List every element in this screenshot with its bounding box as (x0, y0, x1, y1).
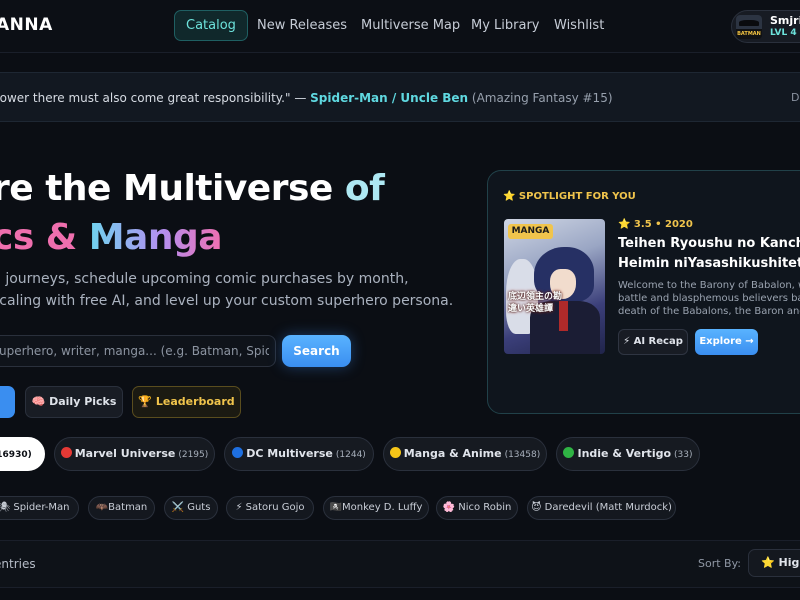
search-box (0, 335, 276, 367)
sort-select[interactable]: ⭐ Highe (748, 549, 800, 577)
chip-monkey-d-luffy[interactable]: 🏴‍☠️Monkey D. Luffy (323, 496, 429, 520)
quote-body: power there must also come great respons… (0, 91, 311, 105)
results-toolbar (0, 540, 800, 588)
nav-catalog[interactable]: Catalog (174, 10, 248, 41)
red-dot-icon (60, 447, 72, 458)
spotlight-title-line2[interactable]: Heimin niYasashikushitetara (618, 256, 800, 271)
sort-label: Sort By: (698, 557, 742, 570)
avatar-tag: BATMAN (736, 29, 762, 39)
green-dot-icon (563, 447, 575, 458)
category-indie-label: Indie & Vertigo (577, 447, 672, 460)
quote-date: D (791, 91, 800, 104)
category-indie[interactable]: Indie & Vertigo (33) (556, 437, 700, 471)
spotlight-rating: ⭐ 3.5 • 2020 (618, 219, 693, 230)
hero-title-manga: Manga (88, 217, 223, 258)
hero-title-line1: re the Multiverse of (0, 168, 385, 209)
hero-title-comics: cs & (0, 217, 89, 258)
search-input[interactable] (0, 336, 269, 366)
spotlight-title-line1[interactable]: Teihen Ryoushu no Kanchiga (618, 236, 800, 251)
category-dc[interactable]: DC Multiverse (1244) (224, 437, 374, 471)
cover-title-art: 底辺領主の勘違い英雄譚 (508, 292, 563, 314)
search-button[interactable]: Search (282, 335, 351, 367)
manga-cover-image[interactable]: 底辺領主の勘違い英雄譚 (504, 219, 605, 354)
manga-badge: MANGA (508, 224, 553, 239)
entries-count: entries (0, 557, 36, 571)
yellow-dot-icon (389, 447, 401, 458)
chip-satoru-gojo[interactable]: ⚡ Satoru Gojo (226, 496, 314, 520)
nav-my-library[interactable]: My Library (471, 10, 540, 41)
ai-recap-button[interactable]: ⚡ AI Recap (618, 329, 688, 355)
quote-source: (Amazing Fantasy #15) (468, 91, 613, 105)
category-marvel-count: (2195) (178, 450, 209, 460)
hero-title-accent: of (344, 168, 385, 209)
blue-dot-icon (232, 447, 244, 458)
leaderboard-button[interactable]: 🏆 Leaderboard (132, 386, 241, 418)
chip-batman[interactable]: 🦇Batman (88, 496, 155, 520)
hero-title-line2: cs & Manga (0, 217, 223, 258)
avatar: BATMAN (736, 15, 762, 39)
category-manga-label: Manga & Anime (403, 447, 502, 460)
user-name: Smjrifl (770, 14, 800, 27)
hero-title-main: re the Multiverse (0, 168, 345, 209)
chip-guts[interactable]: ⚔️ Guts (164, 496, 218, 520)
category-marvel[interactable]: Marvel Universe (2195) (54, 437, 215, 471)
hero-subtitle-line2: scaling with free AI, and level up your … (0, 293, 454, 309)
nav-new-releases[interactable]: New Releases (257, 10, 347, 41)
spotlight-label: ⭐ SPOTLIGHT FOR YOU (503, 191, 636, 202)
category-dc-count: (1244) (335, 450, 366, 460)
chip-nico-robin[interactable]: 🌸 Nico Robin (436, 496, 518, 520)
bat-icon (739, 20, 759, 26)
category-all-count: 16930) (0, 450, 32, 460)
chip-daredevil[interactable]: 😈 Daredevil (Matt Murdock) (527, 496, 676, 520)
category-all[interactable]: 16930) (0, 437, 45, 471)
user-level: LVL 4 • (770, 28, 800, 38)
primary-action-button[interactable] (0, 386, 15, 418)
spotlight-desc-line3: death of the Babalons, the Baron and B (618, 306, 800, 317)
explore-button[interactable]: Explore → (695, 329, 758, 355)
quote-author: Spider-Man / Uncle Ben (310, 91, 469, 105)
brand-logo[interactable]: ANNA (0, 15, 53, 35)
category-marvel-label: Marvel Universe (74, 447, 176, 460)
category-manga-count: (13458) (504, 450, 541, 460)
chip-spider-man[interactable]: 🕷 Spider-Man (0, 496, 79, 520)
spotlight-desc-line2: battle and blasphemous believers bab (618, 293, 800, 304)
daily-picks-button[interactable]: 🧠 Daily Picks (25, 386, 123, 418)
category-dc-label: DC Multiverse (246, 447, 333, 460)
spotlight-desc-line1: Welcome to the Barony of Babalon, wh (618, 280, 800, 291)
category-manga[interactable]: Manga & Anime (13458) (383, 437, 547, 471)
nav-wishlist[interactable]: Wishlist (554, 10, 604, 41)
category-indie-count: (33) (674, 450, 693, 460)
hero-subtitle-line1: g journeys, schedule upcoming comic purc… (0, 271, 409, 287)
nav-multiverse-map[interactable]: Multiverse Map (361, 10, 460, 41)
user-profile-chip[interactable]: BATMAN Smjrifl LVL 4 • (731, 10, 800, 43)
quote-text: power there must also come great respons… (0, 91, 613, 105)
